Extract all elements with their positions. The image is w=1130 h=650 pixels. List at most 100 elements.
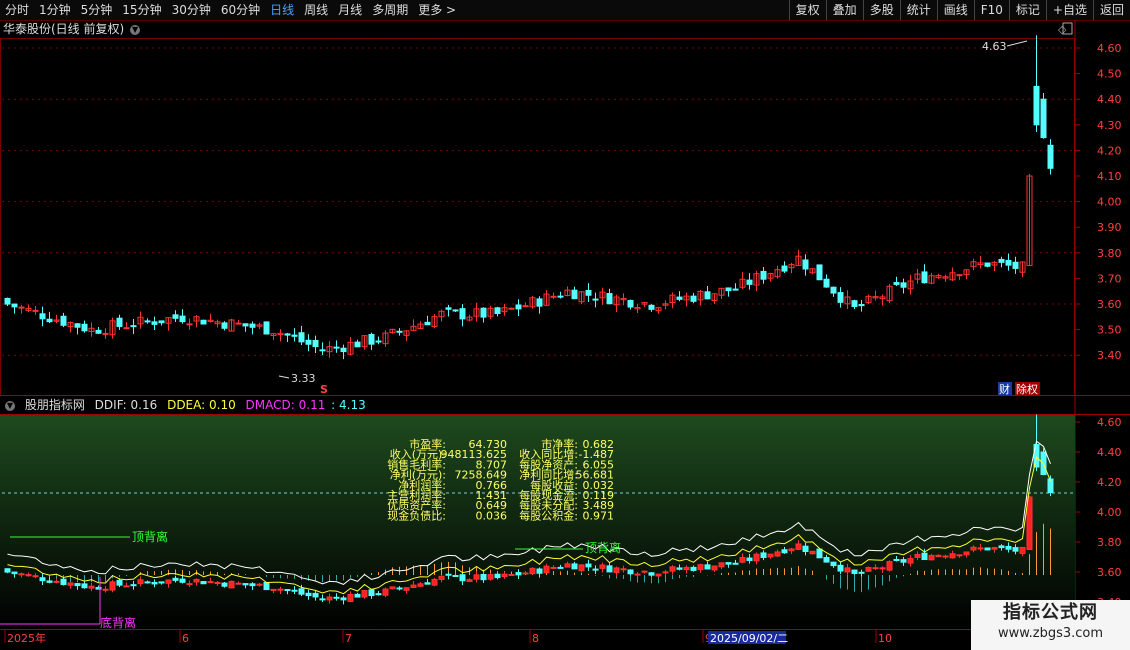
candle-body: [263, 321, 270, 335]
candle-body: [319, 349, 326, 352]
indicator-candle-body: [977, 547, 984, 550]
indicator-name[interactable]: 股朋指标网: [25, 398, 85, 412]
indicator-candle-body: [53, 580, 60, 583]
price-axis: 4.60 4.50 4.40 4.30 4.20 4.10 4.00 3.90 3.80 3.70…: [1075, 42, 1122, 362]
candle-body: [235, 322, 242, 325]
watermark-title: 指标公式网: [1003, 602, 1098, 623]
indicator-candle-body: [774, 551, 781, 557]
candle-body: [459, 308, 466, 320]
time-tick-label: 7: [345, 632, 352, 645]
indicator-candle-body: [508, 573, 515, 576]
price-tick-label: 4.30: [1097, 119, 1122, 132]
candle-body: [550, 295, 557, 298]
main-panel-border: [0, 38, 1075, 396]
indicator-candle-body: [361, 590, 368, 598]
indicator-candle-body: [165, 579, 172, 584]
candle-body: [571, 289, 578, 300]
candle-body: [74, 323, 81, 328]
indicator-candle-body: [109, 581, 116, 591]
indicator-tick-label: 4.20: [1097, 476, 1122, 489]
candle-body: [760, 270, 767, 280]
indicator-candle-body: [389, 586, 396, 590]
time-tick-label: 6: [182, 632, 189, 645]
indicator-candle-body: [172, 577, 179, 581]
candle-body: [375, 340, 382, 343]
dmacd-value: DMACD: 0.11: [245, 398, 326, 412]
candle-body: [921, 271, 928, 284]
indicator-candle-body: [697, 564, 704, 571]
indicator-candle-body: [746, 557, 753, 561]
indicator-candle-body: [515, 572, 522, 576]
candle-body: [998, 258, 1005, 263]
indicator-candle-body: [886, 561, 893, 571]
indicator-candle-body: [102, 588, 109, 591]
candle-body: [648, 304, 655, 310]
indicator-candle-body: [529, 567, 536, 575]
indicator-candle-body: [935, 554, 942, 558]
indicator-candle-body: [46, 580, 53, 583]
price-value: : 4.13: [331, 398, 366, 412]
candle-body: [893, 282, 900, 285]
price-tick-label: 4.20: [1097, 144, 1122, 157]
indicator-candle-body: [333, 596, 340, 599]
candle-body: [746, 279, 753, 285]
indicator-candle-body: [914, 553, 921, 558]
candle-body: [151, 321, 158, 325]
exright-badge[interactable]: 除权: [1016, 382, 1038, 396]
candle-body: [445, 307, 452, 310]
indicator-candle-body: [200, 581, 207, 585]
indicator-candle-body: [452, 574, 459, 577]
indicator-candle-body: [816, 548, 823, 559]
sell-signal-marker: S: [320, 383, 328, 396]
indicator-candle-body: [669, 566, 676, 572]
indicator-candle-body: [711, 565, 718, 571]
candle-body: [179, 315, 186, 323]
candle-body: [249, 323, 256, 328]
candle-body: [585, 289, 592, 296]
candle-body: [354, 341, 361, 348]
indicator-candle-body: [60, 578, 67, 585]
indicator-tick-label: 4.60: [1097, 416, 1122, 429]
indicator-candle-body: [368, 589, 375, 597]
indicator-candle-body: [326, 596, 333, 601]
candle-body: [242, 323, 249, 327]
candle-body: [18, 306, 25, 309]
indicator-candle-body: [235, 582, 242, 585]
candle-body: [46, 318, 53, 323]
candle-body: [732, 288, 739, 291]
cursor-date-label: 2025/09/02/二: [710, 632, 788, 645]
indicator-candle-body: [298, 588, 305, 595]
indicator-candle-body: [277, 588, 284, 591]
low-price-label: 3.33: [291, 372, 316, 385]
indicator-candle-body: [907, 558, 914, 564]
candles: [4, 35, 1054, 360]
indicator-candle-body: [242, 583, 249, 586]
kline-chart[interactable]: 4.60 4.50 4.40 4.30 4.20 4.10 4.00 3.90 3.80 3.70…: [0, 0, 1130, 650]
indicator-candle-body: [347, 593, 354, 602]
time-tick-label: 8: [532, 632, 539, 645]
indicator-candle-body: [879, 567, 886, 570]
candle-body: [676, 296, 683, 300]
candle-body: [1012, 261, 1019, 269]
indicator-candle-body: [900, 559, 907, 563]
candle-body: [298, 332, 305, 343]
indicator-candle-body: [949, 553, 956, 559]
chevron-down-icon[interactable]: ▼: [5, 400, 15, 411]
candle-body: [95, 329, 102, 334]
indicator-candle-body: [270, 588, 277, 591]
indicator-candle-body: [1005, 545, 1012, 550]
indicator-candle-body: [319, 598, 326, 601]
indicator-candle-body: [613, 567, 620, 573]
time-tick-label: 10: [878, 632, 892, 645]
candle-body: [900, 282, 907, 288]
indicator-candle-body: [837, 564, 844, 572]
candle-body: [368, 333, 375, 345]
candle-body: [851, 300, 858, 308]
indicator-candle-body: [67, 582, 74, 586]
indicator-candle-body: [578, 564, 585, 572]
indicator-candle-body: [480, 573, 487, 581]
indicator-candle-body: [893, 558, 900, 562]
finance-badge[interactable]: 财: [999, 382, 1010, 396]
candle-body: [802, 259, 809, 270]
indicator-candle-body: [487, 574, 494, 580]
